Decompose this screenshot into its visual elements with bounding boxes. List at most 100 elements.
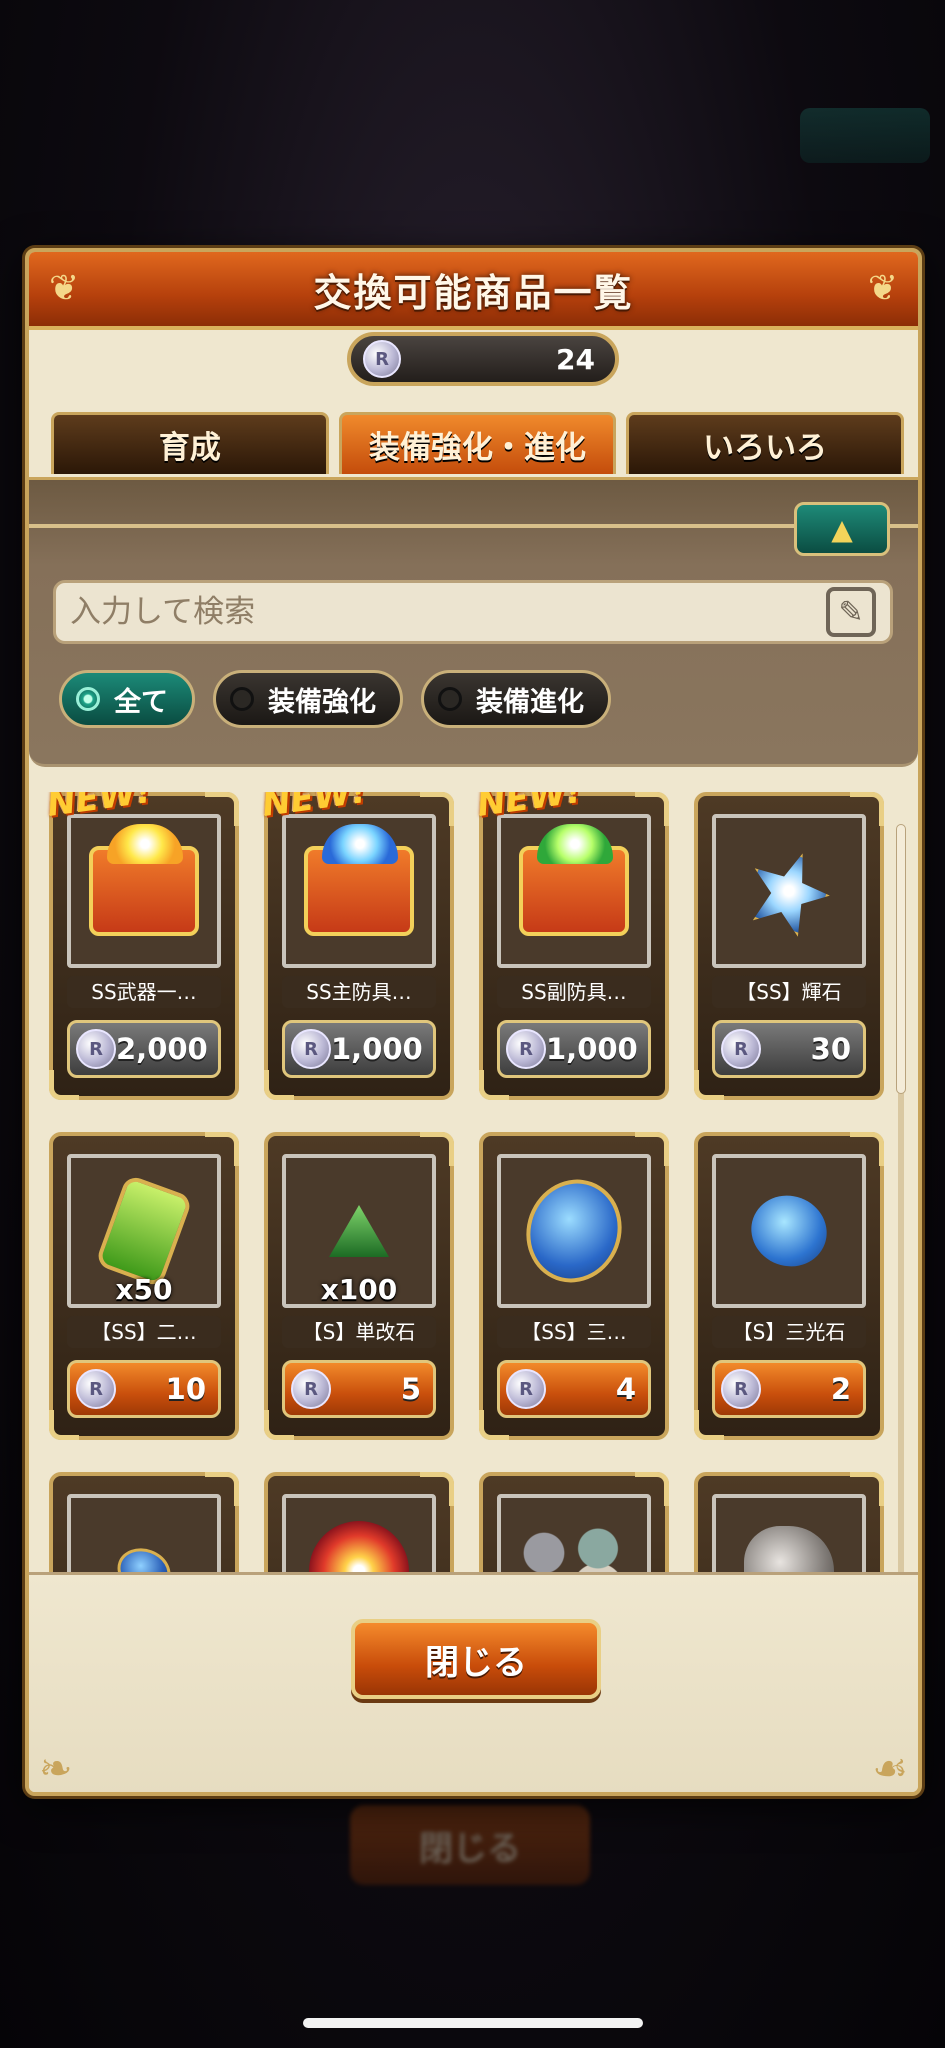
item-card[interactable]	[479, 1472, 669, 1572]
item-image-frame	[497, 1494, 651, 1572]
item-card[interactable]	[264, 1472, 454, 1572]
card-ornament	[49, 1070, 79, 1100]
item-card[interactable]: 【SS】輝石 R 30	[694, 792, 884, 1100]
item-card[interactable]	[49, 1472, 239, 1572]
card-ornament	[479, 1410, 509, 1440]
medal-coin-icon: R	[291, 1029, 331, 1069]
filter-label: 装備強化	[268, 686, 376, 718]
ornament-left-icon: ❦	[49, 268, 80, 309]
price-button[interactable]: R 4	[497, 1360, 651, 1418]
item-image-frame	[712, 814, 866, 968]
tab-training[interactable]: 育成	[51, 412, 329, 474]
item-image-frame: x100	[282, 1154, 436, 1308]
filter-panel: ▲ ✎ 全て 装備強化 装備進化	[29, 477, 918, 767]
filter-label: 装備進化	[476, 686, 584, 718]
card-ornament	[264, 1410, 294, 1440]
item-card[interactable]: x100 【S】単改石 R 5	[264, 1132, 454, 1440]
home-indicator[interactable]	[303, 2018, 643, 2028]
gold-chest-icon	[89, 824, 199, 936]
modal-title: 交換可能商品一覧	[313, 270, 634, 315]
item-image-frame	[497, 814, 651, 968]
medal-coin-icon: R	[76, 1369, 116, 1409]
item-grid: SS武器一… R 2,000 NEW! SS主防具… R 1,000 NEW! …	[45, 792, 909, 1572]
item-name: 【SS】二…	[67, 1316, 221, 1348]
card-ornament	[694, 1410, 724, 1440]
item-image-frame	[497, 1154, 651, 1308]
green-small-gem-icon	[329, 1205, 389, 1257]
item-name: SS武器一…	[67, 976, 221, 1008]
item-grid-scroll-area[interactable]: SS武器一… R 2,000 NEW! SS主防具… R 1,000 NEW! …	[29, 792, 918, 1572]
item-card[interactable]: SS副防具… R 1,000 NEW!	[475, 792, 669, 1100]
filter-enhance[interactable]: 装備強化	[213, 670, 403, 728]
item-card[interactable]	[694, 1472, 884, 1572]
item-name: SS主防具…	[282, 976, 436, 1008]
price-button[interactable]: R 1,000	[282, 1020, 436, 1078]
item-quantity: x50	[115, 1273, 173, 1306]
medal-coin-icon: R	[363, 340, 401, 378]
item-name: 【S】単改石	[282, 1316, 436, 1348]
price-button[interactable]: R 2	[712, 1360, 866, 1418]
filter-radio-group: 全て 装備強化 装備進化	[59, 670, 611, 728]
medal-coin-icon: R	[721, 1029, 761, 1069]
item-cost: 1,000	[546, 1032, 638, 1066]
card-ornament	[694, 1070, 724, 1100]
category-tabs: 育成 装備強化・進化 いろいろ	[51, 412, 905, 474]
green-chest-icon	[519, 824, 629, 936]
search-input[interactable]	[70, 594, 826, 630]
item-card[interactable]: 【SS】三… R 4	[479, 1132, 669, 1440]
filter-evolve[interactable]: 装備進化	[421, 670, 611, 728]
blue-chest-icon	[304, 824, 414, 936]
blue-egg-gem-icon	[512, 1166, 636, 1296]
item-cost: 30	[810, 1032, 851, 1066]
medal-coin-icon: R	[76, 1029, 116, 1069]
price-button[interactable]: R 10	[67, 1360, 221, 1418]
filter-label: 全て	[114, 686, 168, 718]
item-card[interactable]: SS主防具… R 1,000 NEW!	[260, 792, 454, 1100]
price-button[interactable]: R 5	[282, 1360, 436, 1418]
edit-icon[interactable]: ✎	[826, 587, 876, 637]
item-name: SS副防具…	[497, 976, 651, 1008]
currency-amount: 24	[556, 342, 595, 376]
currency-balance: R 24	[347, 332, 619, 386]
item-card[interactable]: x50 【SS】二… R 10	[49, 1132, 239, 1440]
medal-coin-icon: R	[506, 1029, 546, 1069]
background-top-button	[800, 108, 930, 163]
scrollbar-thumb[interactable]	[896, 824, 906, 1094]
item-name: 【SS】三…	[497, 1316, 651, 1348]
search-box[interactable]: ✎	[53, 580, 893, 644]
panel-divider	[29, 524, 918, 528]
item-name: 【SS】輝石	[712, 976, 866, 1008]
radio-unselected-icon	[438, 687, 462, 711]
card-ornament	[479, 1070, 509, 1100]
background-close-button: 閉じる	[350, 1805, 590, 1885]
item-image-frame: x50	[67, 1154, 221, 1308]
radio-selected-icon	[76, 687, 100, 711]
blue-small-gem-icon	[111, 1541, 177, 1572]
item-image-frame	[67, 814, 221, 968]
item-cost: 1,000	[331, 1032, 423, 1066]
item-quantity: x100	[320, 1273, 398, 1306]
item-image-frame	[282, 1494, 436, 1572]
ornament-right-icon: ☙	[872, 1746, 908, 1792]
green-gem-icon	[94, 1173, 194, 1289]
medal-coin-icon: R	[721, 1369, 761, 1409]
item-card[interactable]: 【S】三光石 R 2	[694, 1132, 884, 1440]
exchange-modal: ❦ 交換可能商品一覧 ❦ R 24 育成 装備強化・進化 いろいろ ▲ ✎ 全て…	[25, 248, 922, 1796]
tab-equipment-upgrade[interactable]: 装備強化・進化	[338, 412, 617, 474]
filter-all[interactable]: 全て	[59, 670, 195, 728]
star-gem-icon	[738, 840, 841, 943]
tab-misc[interactable]: いろいろ	[626, 412, 905, 474]
ornament-right-icon: ❦	[867, 268, 898, 309]
ornament-left-icon: ❧	[39, 1746, 73, 1792]
price-button[interactable]: R 30	[712, 1020, 866, 1078]
price-button[interactable]: R 2,000	[67, 1020, 221, 1078]
item-card[interactable]: SS武器一… R 2,000 NEW!	[45, 792, 239, 1100]
item-cost: 5	[400, 1372, 421, 1406]
blue-round-gem-icon	[741, 1185, 837, 1277]
collapse-filter-button[interactable]: ▲	[794, 502, 890, 556]
price-button[interactable]: R 1,000	[497, 1020, 651, 1078]
close-button[interactable]: 閉じる	[351, 1619, 601, 1699]
item-image-frame	[282, 814, 436, 968]
card-ornament	[49, 1410, 79, 1440]
item-cost: 10	[165, 1372, 206, 1406]
